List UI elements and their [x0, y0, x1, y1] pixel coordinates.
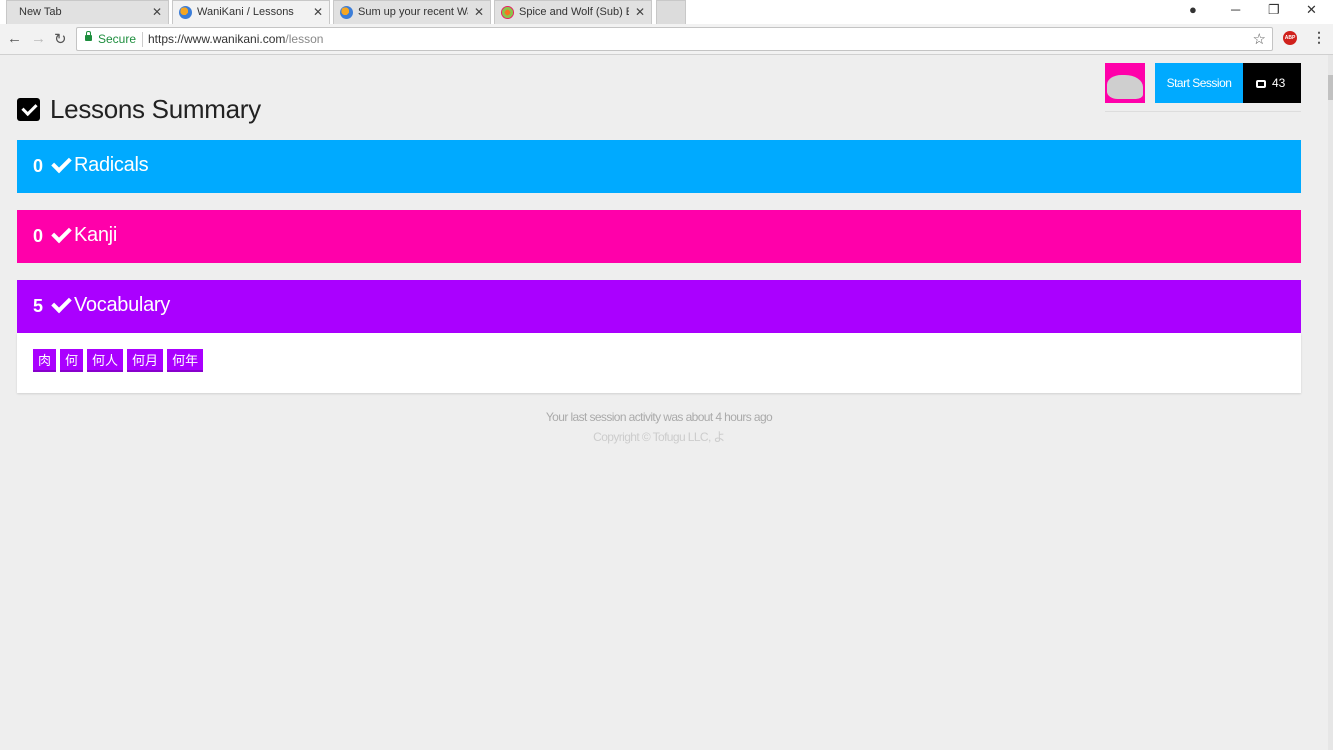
lock-icon: [85, 31, 92, 41]
profile-icon[interactable]: ●: [1189, 2, 1197, 17]
vocabulary-count: 5: [33, 296, 44, 316]
tab-title: New Tab: [19, 6, 62, 18]
checkmark-icon: [50, 154, 68, 172]
vocabulary-item[interactable]: 何: [60, 349, 84, 372]
last-activity-text: Your last session activity was about 4 h…: [545, 410, 773, 424]
vocabulary-item[interactable]: 肉: [33, 349, 57, 372]
copyright-text: Copyright © Tofugu LLC, よ: [593, 430, 725, 444]
url-path: /lesson: [285, 32, 324, 46]
vocabulary-items-list: 肉 何 何人 何月 何年: [33, 349, 204, 372]
checkbox-checked-icon: [17, 98, 40, 121]
vocabulary-item[interactable]: 何年: [167, 349, 204, 372]
tab-title: WaniKani / Lessons: [197, 6, 294, 18]
new-tab-button[interactable]: [656, 0, 686, 24]
radicals-bar: 0 Radicals: [17, 140, 1301, 193]
tab-title: Spice and Wolf (Sub) Epi: [519, 6, 629, 18]
browser-menu-icon[interactable]: ⋮: [1312, 29, 1326, 46]
back-icon[interactable]: ←: [7, 30, 22, 47]
review-count: 43: [1272, 76, 1286, 90]
omnibox-separator: [142, 32, 143, 47]
tab-close-icon[interactable]: ✕: [152, 1, 162, 24]
reviews-button[interactable]: 43: [1243, 63, 1301, 103]
forward-icon[interactable]: →: [31, 30, 46, 47]
kanji-bar: 0 Kanji: [17, 210, 1301, 263]
browser-tabstrip: New Tab ✕ WaniKani / Lessons ✕ Sum up yo…: [0, 0, 1333, 24]
tab-wanikani-lessons[interactable]: WaniKani / Lessons ✕: [172, 0, 330, 24]
scrollbar-thumb[interactable]: [1328, 75, 1333, 100]
tab-title: Sum up your recent Wan: [358, 6, 468, 18]
address-bar[interactable]: Secure https://www.wanikani.com/lesson ☆: [76, 27, 1273, 51]
kanji-count: 0: [33, 226, 44, 246]
checkmark-icon: [50, 294, 68, 312]
radicals-count: 0: [33, 156, 44, 176]
crunchyroll-favicon-icon: [501, 6, 514, 19]
minimize-icon[interactable]: ─: [1231, 2, 1240, 17]
tab-close-icon[interactable]: ✕: [474, 1, 484, 24]
browser-toolbar: ← → ↻ Secure https://www.wanikani.com/le…: [0, 24, 1333, 55]
page-content: Start Session 43 Lessons Summary 0 Radic…: [0, 55, 1333, 750]
tab-close-icon[interactable]: ✕: [635, 1, 645, 24]
restore-icon[interactable]: ❐: [1268, 2, 1280, 18]
vocabulary-items-panel: 肉 何 何人 何月 何年: [17, 333, 1301, 393]
tab-close-icon[interactable]: ✕: [313, 1, 323, 24]
radicals-label: Radicals: [74, 154, 149, 176]
tab-sum-up[interactable]: Sum up your recent Wan ✕: [333, 0, 491, 24]
page-title: Lessons Summary: [50, 94, 261, 124]
start-session-button[interactable]: Start Session: [1155, 63, 1243, 103]
url-text[interactable]: https://www.wanikani.com/lesson: [148, 32, 323, 46]
tab-spice-and-wolf[interactable]: Spice and Wolf (Sub) Epi ✕: [494, 0, 652, 24]
wanikani-favicon-icon: [340, 6, 353, 19]
kanji-label: Kanji: [74, 224, 117, 246]
scrollbar[interactable]: [1328, 55, 1333, 750]
vocabulary-item[interactable]: 何人: [87, 349, 124, 372]
tab-new-tab[interactable]: New Tab ✕: [6, 0, 169, 24]
url-host: https://www.wanikani.com: [148, 32, 286, 46]
secure-label: Secure: [98, 32, 137, 46]
user-avatar[interactable]: [1105, 63, 1145, 103]
bookmark-star-icon[interactable]: ☆: [1253, 30, 1266, 48]
wanikani-favicon-icon: [179, 6, 192, 19]
vocabulary-label: Vocabulary: [74, 294, 170, 316]
vocabulary-item[interactable]: 何月: [127, 349, 164, 372]
vocabulary-bar: 5 Vocabulary: [17, 280, 1301, 333]
checkmark-icon: [50, 224, 68, 242]
header-divider: [1105, 111, 1301, 112]
adblock-plus-icon[interactable]: ABP: [1283, 31, 1297, 45]
inbox-icon: [1256, 80, 1266, 88]
close-window-icon[interactable]: ✕: [1306, 2, 1317, 18]
reload-icon[interactable]: ↻: [54, 30, 67, 48]
